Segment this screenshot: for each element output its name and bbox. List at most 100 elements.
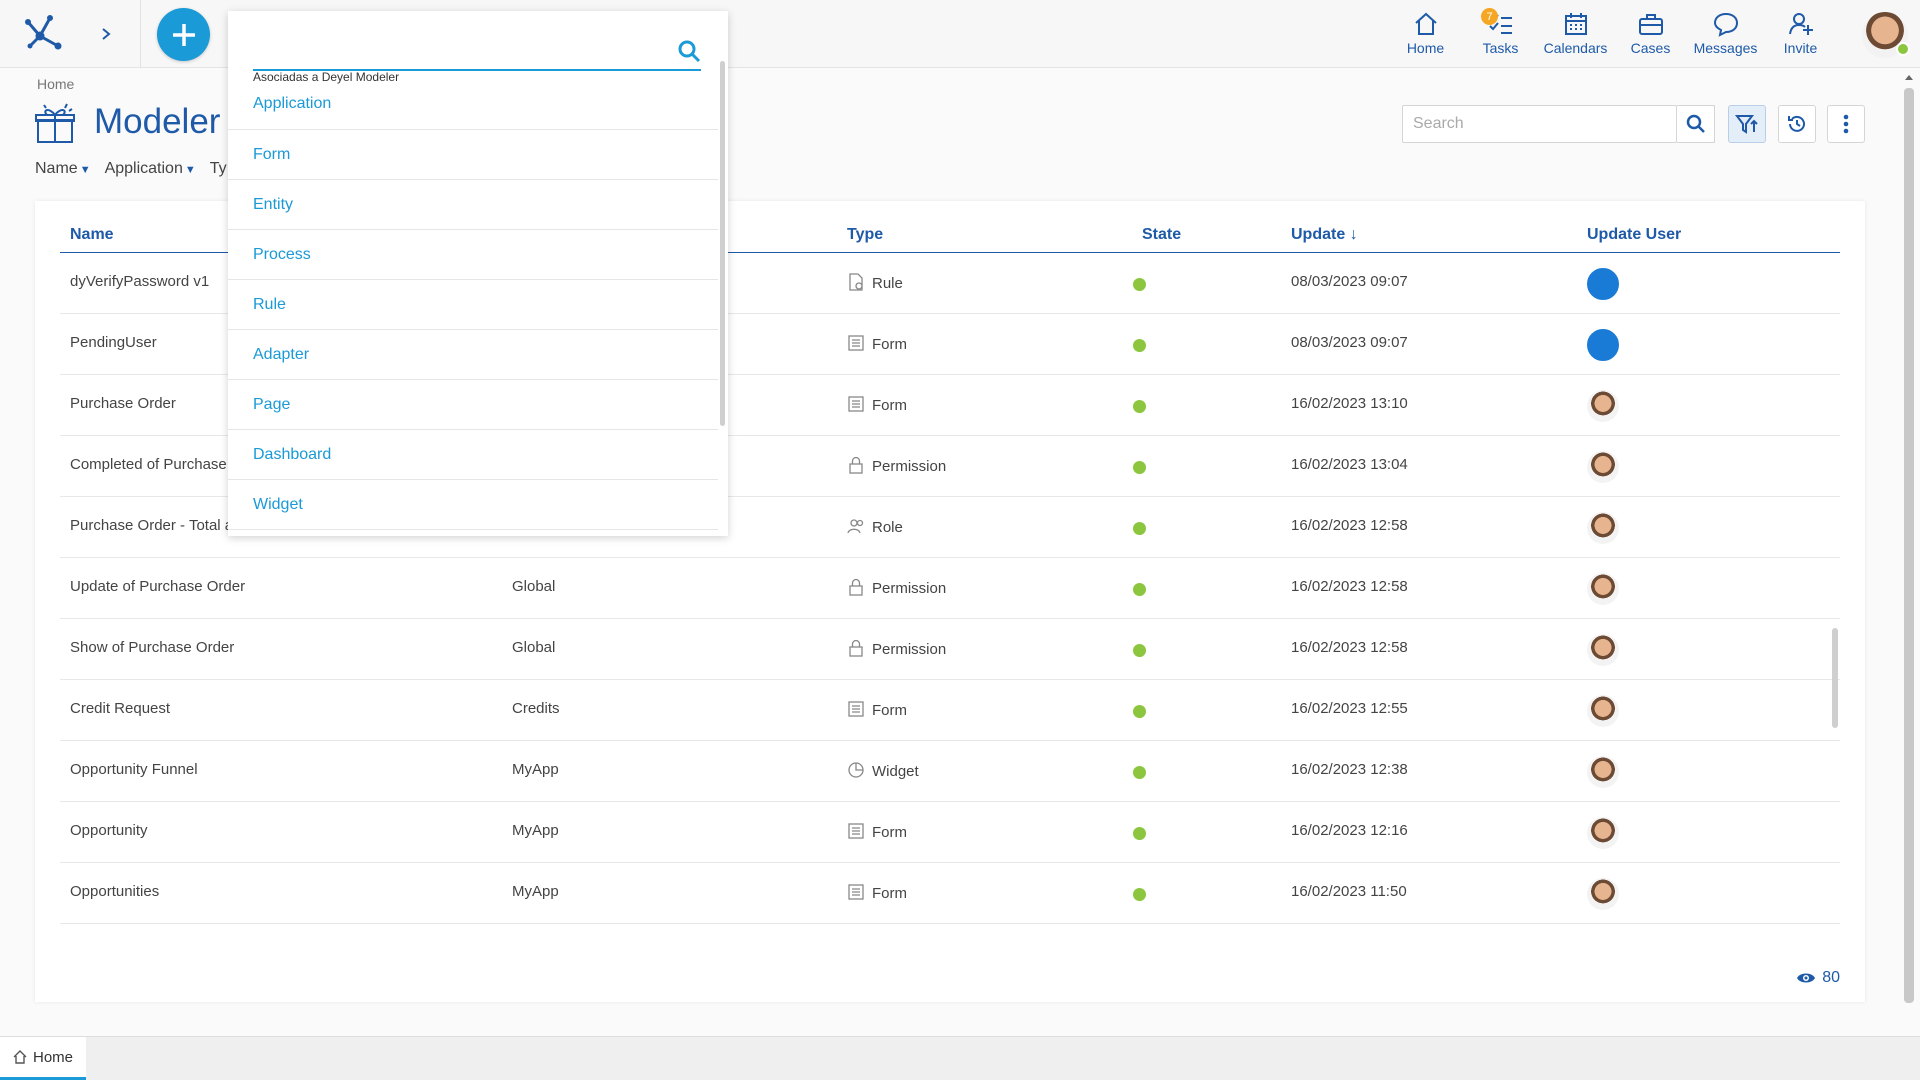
eye-icon	[1797, 973, 1816, 983]
table-scrollbar[interactable]	[1832, 628, 1838, 728]
cell-update: 16/02/2023 12:38	[1291, 761, 1408, 778]
nav-calendars[interactable]: Calendars	[1538, 0, 1613, 68]
update-user-avatar[interactable]	[1587, 268, 1619, 300]
nav-label: Tasks	[1482, 40, 1519, 56]
dropdown-item-application[interactable]: Application	[228, 93, 718, 130]
update-user-avatar[interactable]	[1587, 451, 1619, 483]
table-row[interactable]: Show of Purchase Order Global Permission 16…	[60, 619, 1840, 680]
main-nav: Home 7 Tasks Calendars Cases Messages In…	[1388, 0, 1838, 68]
dropdown-item-widget[interactable]: Widget	[228, 480, 718, 530]
tasks-badge: 7	[1481, 8, 1498, 25]
new-object-dropdown: Asociadas a Deyel Modeler Application For…	[228, 11, 728, 536]
home-icon	[1414, 12, 1437, 35]
page-scrollbar-thumb[interactable]	[1904, 88, 1914, 1003]
more-options-button[interactable]	[1827, 105, 1865, 143]
update-user-avatar[interactable]	[1587, 756, 1619, 788]
column-header-state[interactable]: State	[1142, 226, 1181, 244]
cell-update: 16/02/2023 12:55	[1291, 700, 1408, 717]
dropdown-search-input[interactable]	[253, 27, 653, 67]
cell-update: 16/02/2023 11:50	[1291, 883, 1407, 900]
update-user-avatar[interactable]	[1587, 512, 1619, 544]
column-header-update[interactable]: Update ↓	[1291, 226, 1358, 244]
update-user-avatar[interactable]	[1587, 573, 1619, 605]
nav-invite[interactable]: Invite	[1763, 0, 1838, 68]
update-user-avatar[interactable]	[1587, 817, 1619, 849]
nav-tasks[interactable]: 7 Tasks	[1463, 0, 1538, 68]
table-row[interactable]: Opportunity Funnel MyApp Widget 16/02/2023 …	[60, 741, 1840, 802]
cell-application: Global	[512, 578, 556, 595]
cell-name[interactable]: Purchase Order	[70, 395, 176, 412]
dropdown-scrollbar[interactable]	[720, 61, 725, 426]
scroll-up-arrow-icon[interactable]	[1900, 70, 1918, 84]
update-user-avatar[interactable]	[1587, 878, 1619, 910]
table-row[interactable]: Credit Request Credits Form 16/02/2023 12:5…	[60, 680, 1840, 741]
cell-application: Credits	[512, 700, 560, 717]
search-icon	[1686, 114, 1705, 133]
dropdown-item-dashboard[interactable]: Dashboard	[228, 430, 718, 480]
cell-update: 16/02/2023 12:58	[1291, 517, 1408, 534]
nav-cases[interactable]: Cases	[1613, 0, 1688, 68]
search-button[interactable]	[1677, 105, 1715, 143]
column-header-type[interactable]: Type	[847, 226, 883, 244]
cell-name[interactable]: Opportunities	[70, 883, 159, 900]
cell-type: Form	[847, 883, 907, 902]
search-input[interactable]	[1403, 106, 1676, 142]
column-header-name[interactable]: Name	[70, 226, 114, 244]
search-icon[interactable]	[677, 39, 701, 63]
dropdown-search	[253, 27, 701, 71]
filter-name[interactable]: Name ▼	[35, 160, 91, 178]
add-button[interactable]	[157, 8, 210, 61]
table-row[interactable]: Opportunity MyApp Form 16/02/2023 12:16	[60, 802, 1840, 863]
history-button[interactable]	[1778, 105, 1816, 143]
cell-type: Form	[847, 395, 907, 414]
divider	[140, 0, 141, 68]
cell-name[interactable]: Completed of Purchase	[70, 456, 227, 473]
form-icon	[848, 701, 864, 717]
cell-name[interactable]: PendingUser	[70, 334, 157, 351]
status-active-dot	[1133, 888, 1146, 901]
update-user-avatar[interactable]	[1587, 329, 1619, 361]
role-icon	[847, 519, 864, 534]
table-row[interactable]: Update of Purchase Order Global Permission…	[60, 558, 1840, 619]
deyel-logo-icon[interactable]	[20, 12, 64, 56]
dropdown-item-page[interactable]: Page	[228, 380, 718, 430]
dropdown-item-form[interactable]: Form	[228, 130, 718, 180]
nav-messages[interactable]: Messages	[1688, 0, 1763, 68]
status-active-dot	[1133, 705, 1146, 718]
cell-update: 08/03/2023 09:07	[1291, 273, 1408, 290]
sort-desc-arrow-icon: ↓	[1349, 226, 1358, 243]
cell-name[interactable]: Credit Request	[70, 700, 170, 717]
views-counter: 80	[1796, 969, 1840, 987]
cell-name[interactable]: Opportunity Funnel	[70, 761, 198, 778]
form-icon	[848, 884, 864, 900]
table-row[interactable]: Opportunities MyApp Form 16/02/2023 11:50	[60, 863, 1840, 924]
cell-name[interactable]: dyVerifyPassword v1	[70, 273, 209, 290]
cell-name[interactable]: Show of Purchase Order	[70, 639, 234, 656]
column-filters: Name ▼ Application ▼ Ty	[35, 160, 227, 178]
filter-application[interactable]: Application ▼	[105, 160, 196, 178]
tab-home[interactable]: Home	[0, 1037, 86, 1080]
update-user-avatar[interactable]	[1587, 634, 1619, 666]
dropdown-item-entity[interactable]: Entity	[228, 180, 718, 230]
cell-type: Form	[847, 700, 907, 719]
search-field[interactable]	[1402, 105, 1677, 143]
nav-home[interactable]: Home	[1388, 0, 1463, 68]
cell-type: Permission	[847, 456, 946, 475]
cell-type: Form	[847, 822, 907, 841]
dropdown-item-rule[interactable]: Rule	[228, 280, 718, 330]
briefcase-icon	[1638, 14, 1663, 35]
column-header-update-user[interactable]: Update User	[1587, 226, 1681, 244]
breadcrumb[interactable]: Home	[37, 76, 74, 92]
dropdown-item-process[interactable]: Process	[228, 230, 718, 280]
filter-button[interactable]	[1728, 105, 1766, 143]
page-scrollbar[interactable]	[1900, 70, 1918, 1030]
expand-menu-button[interactable]	[94, 20, 118, 48]
cell-name[interactable]: Update of Purchase Order	[70, 578, 245, 595]
cell-name[interactable]: Opportunity	[70, 822, 148, 839]
cell-application: MyApp	[512, 822, 559, 839]
filter-type[interactable]: Ty	[210, 160, 227, 178]
dropdown-item-adapter[interactable]: Adapter	[228, 330, 718, 380]
update-user-avatar[interactable]	[1587, 390, 1619, 422]
cell-update: 16/02/2023 12:58	[1291, 578, 1408, 595]
update-user-avatar[interactable]	[1587, 695, 1619, 727]
